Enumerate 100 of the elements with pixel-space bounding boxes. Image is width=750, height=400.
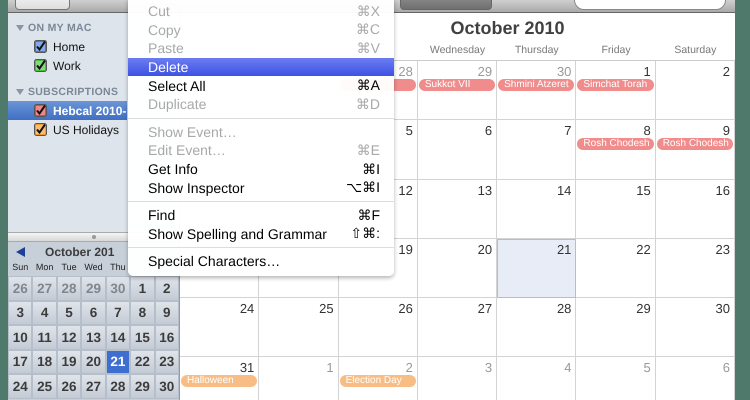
- day-cell[interactable]: 1 Simchat Torah: [576, 61, 656, 120]
- day-number: 19: [398, 240, 414, 256]
- mini-calendar-day[interactable]: 22: [130, 350, 155, 374]
- mini-calendar-day[interactable]: 4: [32, 300, 57, 325]
- day-cell[interactable]: 8 Rosh Chodesh: [576, 120, 656, 180]
- section-header: SUBSCRIPTIONS: [28, 86, 118, 98]
- mini-calendar-day[interactable]: 18: [32, 350, 57, 374]
- mini-calendar-day[interactable]: 10: [8, 325, 32, 350]
- weekday-header: Saturday: [674, 44, 716, 58]
- day-number: 28: [556, 300, 572, 316]
- mini-calendar-day[interactable]: 11: [32, 325, 57, 350]
- mini-calendar-day[interactable]: 2: [154, 276, 179, 300]
- day-cell[interactable]: 22: [576, 238, 656, 298]
- menu-item[interactable]: Show Inspector ⌥⌘I: [128, 178, 394, 197]
- day-number: 27: [478, 300, 494, 316]
- day-number: 25: [319, 300, 335, 316]
- calendar-list-item[interactable]: Work: [8, 56, 127, 75]
- day-cell[interactable]: 2: [656, 61, 735, 120]
- mini-calendar-day[interactable]: 24: [8, 374, 32, 398]
- mini-calendar-day[interactable]: 30: [154, 374, 179, 398]
- splitter-handle[interactable]: [92, 235, 96, 239]
- mini-calendar-day[interactable]: 28: [106, 374, 130, 398]
- day-cell[interactable]: 31 Halloween: [180, 357, 260, 400]
- checkbox[interactable]: [34, 104, 47, 117]
- mini-calendar-day[interactable]: 7: [106, 300, 130, 325]
- day-cell[interactable]: 14: [497, 180, 576, 239]
- day-cell[interactable]: 13: [418, 180, 498, 239]
- checkbox[interactable]: [34, 59, 47, 72]
- mini-calendar-day[interactable]: 23: [154, 350, 179, 374]
- mini-calendar-day[interactable]: 6: [81, 300, 106, 325]
- mini-calendar-day[interactable]: 19: [56, 350, 82, 374]
- day-cell[interactable]: 23: [656, 238, 735, 298]
- day-cell[interactable]: 21: [497, 238, 576, 298]
- day-cell[interactable]: 28: [497, 298, 576, 358]
- menu-item[interactable]: Find ⌘F: [128, 206, 394, 225]
- day-number: 29: [478, 63, 494, 78]
- mini-calendar-day[interactable]: 26: [56, 374, 82, 398]
- checkbox[interactable]: [34, 123, 47, 136]
- day-number: 13: [478, 182, 494, 197]
- weekday-label: Thu: [109, 262, 127, 274]
- mini-calendar-day[interactable]: 1: [130, 276, 155, 300]
- menu-item[interactable]: Get Info ⌘I: [128, 160, 394, 178]
- day-number: 30: [556, 63, 572, 78]
- section-header: ON MY MAC: [28, 22, 92, 34]
- calendar-list-item[interactable]: Hebcal 2010-: [8, 101, 127, 120]
- mini-calendar-day[interactable]: 21: [106, 350, 130, 374]
- previous-month-icon[interactable]: [16, 247, 25, 257]
- mini-calendar-day[interactable]: 14: [106, 325, 130, 350]
- day-number: 5: [643, 359, 652, 374]
- menu-item[interactable]: Special Characters…: [128, 252, 394, 271]
- checkbox[interactable]: [34, 40, 47, 53]
- day-cell[interactable]: 26: [338, 298, 418, 358]
- mini-calendar-day[interactable]: 16: [154, 325, 179, 350]
- mini-calendar-day[interactable]: 29: [130, 374, 155, 398]
- mini-calendar-day[interactable]: 27: [81, 374, 106, 398]
- weekday-header: Wednesday: [430, 44, 486, 58]
- mini-calendar-day[interactable]: 8: [130, 300, 155, 325]
- day-number: 7: [564, 122, 572, 138]
- menu-item[interactable]: Select All ⌘A: [128, 76, 394, 95]
- day-cell[interactable]: 16: [656, 180, 735, 239]
- disclosure-triangle-icon[interactable]: [16, 88, 24, 96]
- day-number: 28: [398, 63, 414, 78]
- day-cell[interactable]: 20: [418, 238, 498, 298]
- day-number: 6: [484, 122, 494, 138]
- day-number: 8: [643, 122, 652, 138]
- day-cell[interactable]: 6: [418, 120, 498, 180]
- day-number: 2: [722, 63, 731, 78]
- mini-calendar-day[interactable]: 20: [81, 350, 106, 374]
- day-number: 4: [564, 359, 572, 374]
- mini-calendar-day[interactable]: 12: [56, 325, 82, 350]
- mini-calendar-day[interactable]: 13: [81, 325, 106, 350]
- menu-item[interactable]: Show Spelling and Grammar ⇧⌘:: [128, 224, 394, 244]
- day-number: 23: [716, 240, 731, 256]
- mini-calendar-day[interactable]: 17: [8, 350, 32, 374]
- mini-calendar-day[interactable]: 25: [32, 374, 57, 398]
- menu-item[interactable]: Delete: [128, 58, 394, 76]
- weekday-header: Thursday: [514, 44, 559, 58]
- mini-calendar-day[interactable]: 9: [154, 300, 179, 325]
- mini-calendar-day[interactable]: 3: [8, 300, 32, 325]
- mini-calendar-day[interactable]: 5: [56, 300, 82, 325]
- calendar-list-item[interactable]: Home: [8, 37, 127, 56]
- day-number: 3: [484, 359, 494, 374]
- day-cell[interactable]: 30: [656, 298, 735, 358]
- day-cell[interactable]: 7: [497, 120, 576, 180]
- day-cell[interactable]: 27: [418, 298, 498, 358]
- day-number: 2: [406, 359, 414, 374]
- mini-calendar-title: October 201: [45, 245, 114, 259]
- day-cell[interactable]: 9 Rosh Chodesh: [656, 120, 735, 180]
- disclosure-triangle-icon[interactable]: [16, 24, 24, 32]
- mini-calendar-day[interactable]: 15: [130, 325, 155, 350]
- day-cell[interactable]: 29: [576, 298, 656, 358]
- day-cell[interactable]: 25: [259, 298, 339, 358]
- calendar-list-item[interactable]: US Holidays: [8, 120, 127, 139]
- day-number: 14: [556, 182, 572, 197]
- weekday-label: Wed: [83, 262, 104, 274]
- weekday-label: Tue: [60, 262, 78, 274]
- day-number: 1: [326, 359, 335, 374]
- day-number: 26: [398, 300, 414, 316]
- day-cell[interactable]: 24: [180, 298, 260, 358]
- day-cell[interactable]: 15: [576, 180, 656, 239]
